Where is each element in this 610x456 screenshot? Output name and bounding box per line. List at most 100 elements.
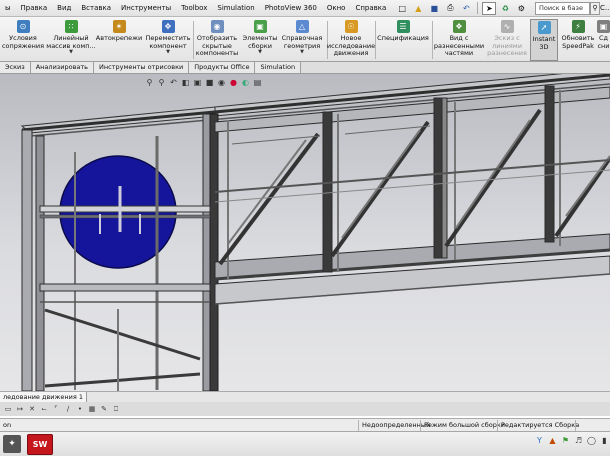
options-icon[interactable]: ⚙	[514, 2, 528, 15]
display-settings-icon[interactable]: ▤	[252, 77, 263, 88]
button-label: 3D	[539, 42, 549, 51]
truss-frame-model	[20, 74, 610, 391]
truss-bays	[214, 85, 610, 305]
bom-button[interactable]: ☰ Спецификация	[377, 19, 429, 61]
rebuild-icon[interactable]: ♻	[498, 2, 512, 15]
status-large-assembly: Режим большой сборки	[420, 420, 508, 431]
assembly-features-icon: ▣	[253, 20, 267, 33]
ribbon-separator	[375, 21, 376, 59]
motion-study-icon: ☉	[344, 20, 358, 33]
chevron-down-icon[interactable]: ▼	[166, 50, 170, 55]
button-label: SpeedPak	[562, 41, 594, 50]
grid-icon[interactable]: ▦	[87, 404, 97, 414]
mirror-tool-icon[interactable]: ⌜	[51, 404, 61, 414]
explode-line-sketch-button[interactable]: ∿ Эскиз с линиями разнесения	[486, 19, 528, 61]
tab-simulation[interactable]: Simulation	[255, 62, 302, 73]
chevron-down-icon[interactable]: ▼	[258, 50, 262, 55]
tab-drawing-tools[interactable]: Инструменты отрисовки	[94, 62, 190, 73]
status-extra	[575, 420, 610, 431]
zoom-area-icon[interactable]: ⚲	[156, 77, 167, 88]
menu-simulation[interactable]: Simulation	[212, 0, 259, 17]
new-document-icon[interactable]: □	[395, 2, 409, 15]
smart-fasteners-button[interactable]: ✶ Автокрепежи	[96, 19, 142, 61]
command-manager-tabs: Эскиз Анализировать Инструменты отрисовк…	[0, 62, 610, 74]
hide-show-icon[interactable]: ◉	[216, 77, 227, 88]
instant-3d-icon: ➚	[537, 21, 551, 34]
save-icon[interactable]: ■	[427, 2, 441, 15]
smart-dimension-icon[interactable]: ↦	[15, 404, 25, 414]
mate-button[interactable]: ⊙ Условия сопряжения	[2, 19, 44, 61]
search-input[interactable]: Поиск в базе	[535, 2, 590, 15]
ribbon-separator	[432, 21, 433, 59]
button-label: частями	[444, 49, 474, 57]
chevron-down-icon[interactable]: ▼	[69, 50, 73, 55]
volume-icon[interactable]: ♬	[573, 435, 584, 447]
graphics-area[interactable]: ⚲ ⚲ ↶ ◧ ▣ ■ ◉ ● ◐ ▤	[0, 74, 610, 391]
flag-icon[interactable]: ⚑	[560, 435, 571, 447]
search-icon[interactable]: ⚲	[590, 2, 600, 15]
linear-pattern-icon: ∷	[64, 20, 78, 33]
new-motion-study-button[interactable]: ☉ Новое исследование движения	[327, 19, 375, 61]
yammer-icon[interactable]: Y	[534, 435, 545, 447]
tab-office-products[interactable]: Продукты Office	[189, 62, 256, 73]
menu-photoview[interactable]: PhotoView 360	[260, 0, 322, 17]
display-icon[interactable]: ⎕	[111, 404, 121, 414]
print-icon[interactable]: ⎙	[443, 2, 457, 15]
tab-sketch[interactable]: Эскиз	[0, 62, 31, 73]
zoom-fit-icon[interactable]: ⚲	[144, 77, 155, 88]
view-orientation-icon[interactable]: ▣	[192, 77, 203, 88]
sketch-icon[interactable]: ✎	[99, 404, 109, 414]
bom-icon: ☰	[396, 20, 410, 33]
menu-window[interactable]: Окно	[322, 0, 351, 17]
solidworks-logo-button[interactable]: SW	[27, 434, 53, 455]
ribbon-separator	[193, 21, 194, 59]
line-tool-icon[interactable]: ∕	[63, 404, 73, 414]
status-editing: Редактируется Сборка	[497, 420, 582, 431]
menu-file[interactable]: ы	[0, 0, 16, 17]
linear-pattern-button[interactable]: ∷ Линейный массив комп... ▼	[46, 19, 96, 61]
show-hidden-components-button[interactable]: ◉ Отобразить скрытые компоненты	[195, 19, 239, 61]
reference-geometry-button[interactable]: △ Справочная геометрия ▼	[280, 19, 324, 61]
undo-icon[interactable]: ↶	[459, 2, 473, 15]
network-icon[interactable]: ▲	[547, 435, 558, 447]
edit-appearance-icon[interactable]: ●	[228, 77, 239, 88]
snapshot-icon: ▣	[597, 20, 610, 33]
menu-help[interactable]: Справка	[350, 0, 391, 17]
display-style-icon[interactable]: ■	[204, 77, 215, 88]
point-icon[interactable]: •	[75, 404, 85, 414]
menu-view[interactable]: Вид	[52, 0, 76, 17]
assembly-features-button[interactable]: ▣ Элементы сборки ▼	[242, 19, 278, 61]
tab-motion-study[interactable]: ледование движения 1	[0, 392, 87, 402]
scene-icon[interactable]: ◐	[240, 77, 251, 88]
menu-overflow[interactable]: С...	[600, 2, 610, 15]
select-arrow-icon[interactable]: ➤	[482, 1, 497, 15]
snapshot-button[interactable]: ▣ Сд сни	[597, 19, 610, 61]
menu-insert[interactable]: Вставка	[76, 0, 116, 17]
update-speedpak-button[interactable]: ⚡ Обновить SpeedPak	[561, 19, 595, 61]
power-icon[interactable]: ◯	[586, 435, 597, 447]
battery-icon[interactable]: ▮	[599, 435, 610, 447]
menu-tools[interactable]: Инструменты	[116, 0, 176, 17]
button-label: Спецификация	[377, 34, 429, 42]
chevron-down-icon[interactable]: ▼	[300, 50, 304, 55]
exploded-view-button[interactable]: ❖ Вид с разнесенными частями	[434, 19, 484, 61]
button-label: сни	[597, 41, 610, 50]
section-view-icon[interactable]: ◧	[180, 77, 191, 88]
previous-view-icon[interactable]: ↶	[168, 77, 179, 88]
solidworks-taskbar-icon[interactable]: ✦	[3, 435, 21, 453]
menu-edit[interactable]: Правка	[16, 0, 53, 17]
trim-tool-icon[interactable]: ✕	[27, 404, 37, 414]
quick-access-toolbar: □ ▲ ■ ⎙ ↶ ➤ ♻ ⚙	[395, 1, 528, 15]
rectangle-tool-icon[interactable]: ▭	[3, 404, 13, 414]
button-label: Автокрепежи	[95, 34, 143, 42]
open-folder-icon[interactable]: ▲	[411, 2, 425, 15]
instant-3d-button[interactable]: ➚ Instant 3D	[530, 19, 558, 61]
move-component-button[interactable]: ✥ Переместить компонент ▼	[145, 19, 191, 61]
command-manager: ⊙ Условия сопряжения ∷ Линейный массив к…	[0, 17, 610, 62]
mate-icon: ⊙	[16, 20, 30, 33]
tab-evaluate[interactable]: Анализировать	[30, 62, 95, 73]
smart-fasteners-icon: ✶	[112, 20, 126, 33]
corner-rectangle-icon[interactable]: ⌙	[39, 404, 49, 414]
heads-up-view-toolbar: ⚲ ⚲ ↶ ◧ ▣ ■ ◉ ● ◐ ▤	[144, 77, 263, 88]
menu-toolbox[interactable]: Toolbox	[176, 0, 212, 17]
